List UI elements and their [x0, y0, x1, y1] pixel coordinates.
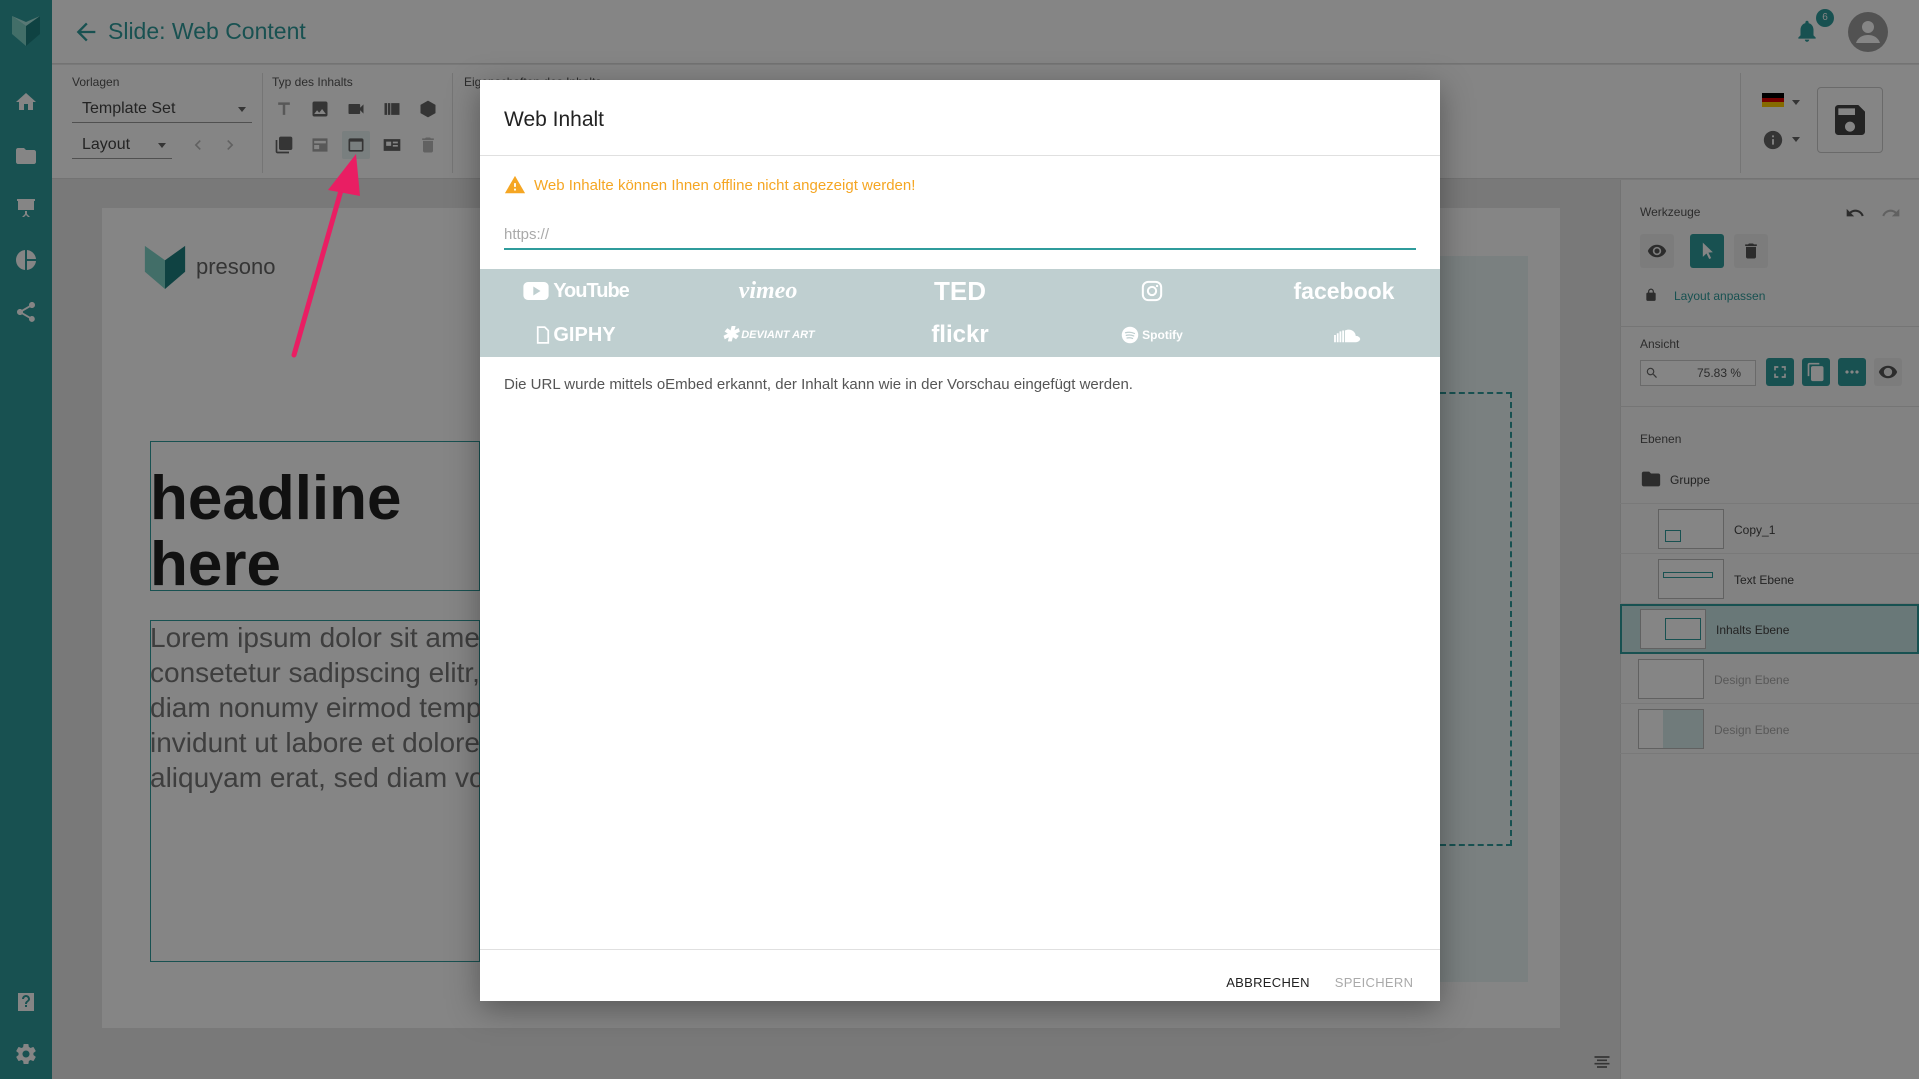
oembed-info: Die URL wurde mittels oEmbed erkannt, de… [504, 376, 1133, 393]
dialog-divider [480, 949, 1440, 950]
soundcloud-logo [1248, 313, 1440, 357]
ted-logo: TED [934, 275, 986, 306]
spotify-logo: Spotify [1056, 313, 1248, 357]
facebook-logo: facebook [1293, 277, 1395, 304]
cancel-button[interactable]: ABBRECHEN [1220, 964, 1316, 1000]
flickr-logo: flickr [931, 321, 989, 348]
vimeo-logo: vimeo [738, 277, 798, 304]
spotify-icon [1121, 326, 1139, 344]
instagram-logo [1056, 269, 1248, 313]
dialog-divider [480, 155, 1440, 156]
soundcloud-icon [1334, 329, 1361, 343]
youtube-play-icon [523, 282, 549, 300]
youtube-logo: YouTube [480, 269, 672, 313]
deviantart-icon: ✱ [721, 324, 739, 346]
instagram-icon [1141, 280, 1163, 302]
giphy-logo: GIPHY [480, 313, 672, 357]
annotation-arrow-icon [291, 154, 360, 358]
giphy-icon [537, 326, 550, 344]
url-input[interactable] [504, 220, 1416, 250]
providers-banner: YouTube vimeo TED facebook GIPHY ✱ DEVIA… [480, 269, 1440, 357]
save-button[interactable]: SPEICHERN [1326, 964, 1422, 1000]
offline-warning: Web Inhalte können Ihnen offline nicht a… [534, 177, 916, 194]
warning-icon [504, 175, 526, 194]
dialog-title: Web Inhalt [504, 108, 605, 131]
deviantart-logo: ✱ DEVIANT ART [721, 324, 815, 346]
web-content-dialog: Web Inhalt Web Inhalte können Ihnen offl… [480, 80, 1440, 1001]
